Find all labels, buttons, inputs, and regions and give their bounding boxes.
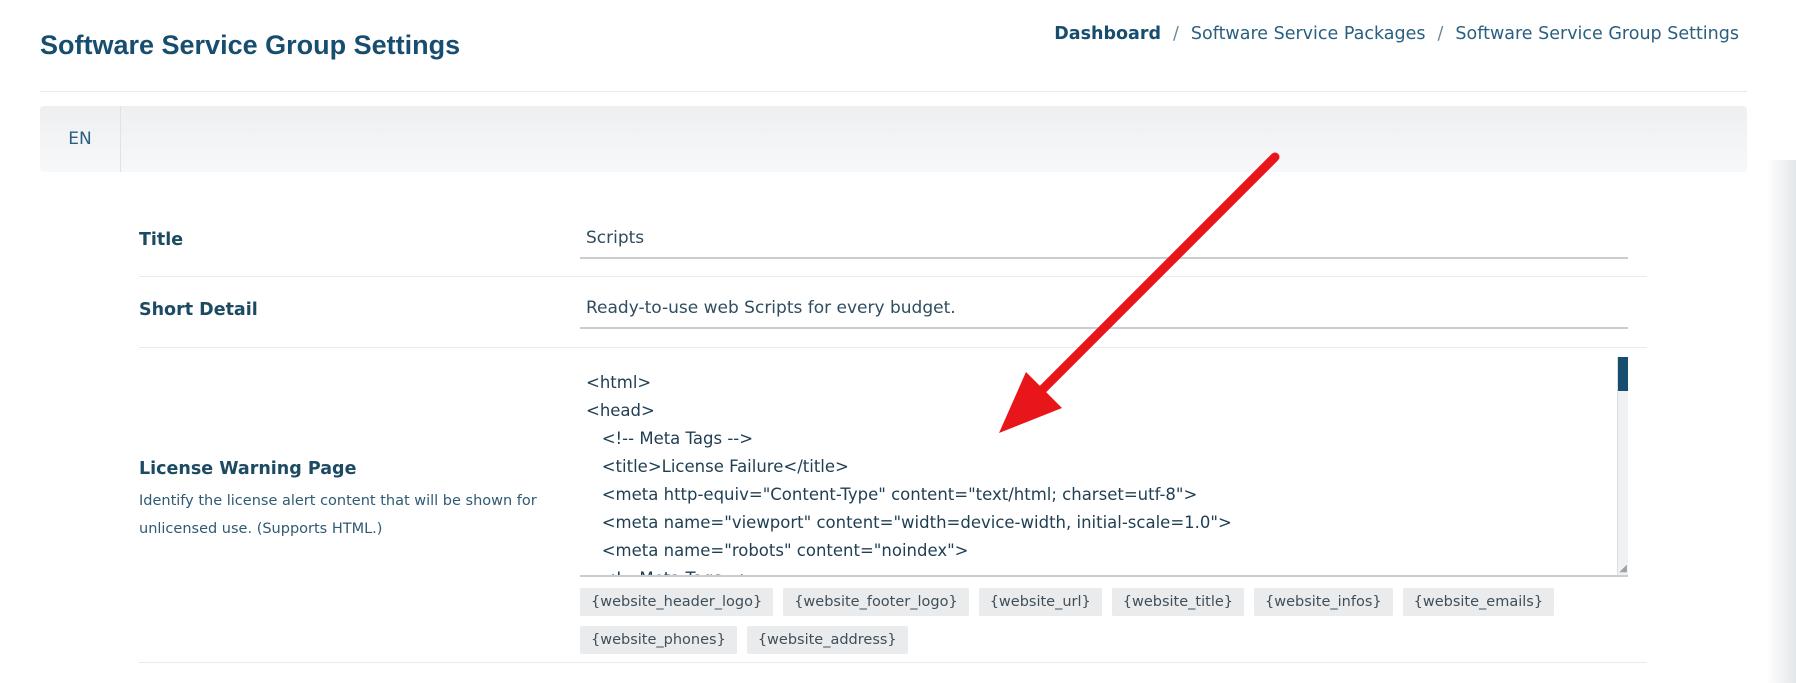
license-warning-label: License Warning Page bbox=[139, 459, 357, 479]
short-detail-input[interactable] bbox=[580, 289, 1628, 329]
form-row-license-warning: License Warning Page Identify the licens… bbox=[139, 347, 1647, 663]
title-input[interactable] bbox=[580, 219, 1628, 259]
tag-website-infos[interactable]: {website_infos} bbox=[1254, 588, 1393, 616]
breadcrumb-separator: / bbox=[1173, 24, 1179, 44]
breadcrumb-dashboard[interactable]: Dashboard bbox=[1054, 24, 1161, 44]
textarea-scrollbar[interactable] bbox=[1617, 357, 1628, 575]
tag-website-address[interactable]: {website_address} bbox=[746, 626, 908, 654]
scrollbar-thumb[interactable] bbox=[1618, 357, 1628, 391]
page: Software Service Group Settings Dashboar… bbox=[0, 0, 1796, 683]
tab-language-en[interactable]: EN bbox=[40, 106, 121, 172]
tag-website-header-logo[interactable]: {website_header_logo} bbox=[580, 588, 774, 616]
form-row-short-detail: Short Detail bbox=[139, 276, 1647, 348]
tag-website-emails[interactable]: {website_emails} bbox=[1402, 588, 1555, 616]
license-html-code: <html> <head> <!-- Meta Tags --> <title>… bbox=[586, 373, 1232, 575]
breadcrumb-software-service-packages[interactable]: Software Service Packages bbox=[1191, 24, 1426, 44]
license-html-textarea[interactable]: <html> <head> <!-- Meta Tags --> <title>… bbox=[580, 357, 1628, 577]
tag-website-footer-logo[interactable]: {website_footer_logo} bbox=[783, 588, 969, 616]
tag-website-phones[interactable]: {website_phones} bbox=[580, 626, 737, 654]
license-warning-description: Identify the license alert content that … bbox=[139, 493, 537, 537]
short-detail-label: Short Detail bbox=[139, 300, 258, 320]
tag-website-url[interactable]: {website_url} bbox=[978, 588, 1102, 616]
form-row-title: Title bbox=[139, 206, 1647, 277]
breadcrumb: Dashboard / Software Service Packages / … bbox=[1054, 24, 1739, 44]
language-tab-bar: EN bbox=[40, 106, 1747, 172]
page-header: Software Service Group Settings Dashboar… bbox=[40, 0, 1747, 92]
placeholder-tag-list: {website_header_logo} {website_footer_lo… bbox=[580, 588, 1640, 654]
edge-shade bbox=[1766, 160, 1796, 683]
breadcrumb-separator: / bbox=[1437, 24, 1444, 44]
tag-website-title[interactable]: {website_title} bbox=[1111, 588, 1244, 616]
resize-grip-icon[interactable]: ◢ bbox=[1619, 564, 1627, 574]
title-label: Title bbox=[139, 230, 184, 250]
breadcrumb-current: Software Service Group Settings bbox=[1455, 24, 1739, 44]
page-title: Software Service Group Settings bbox=[40, 30, 461, 60]
